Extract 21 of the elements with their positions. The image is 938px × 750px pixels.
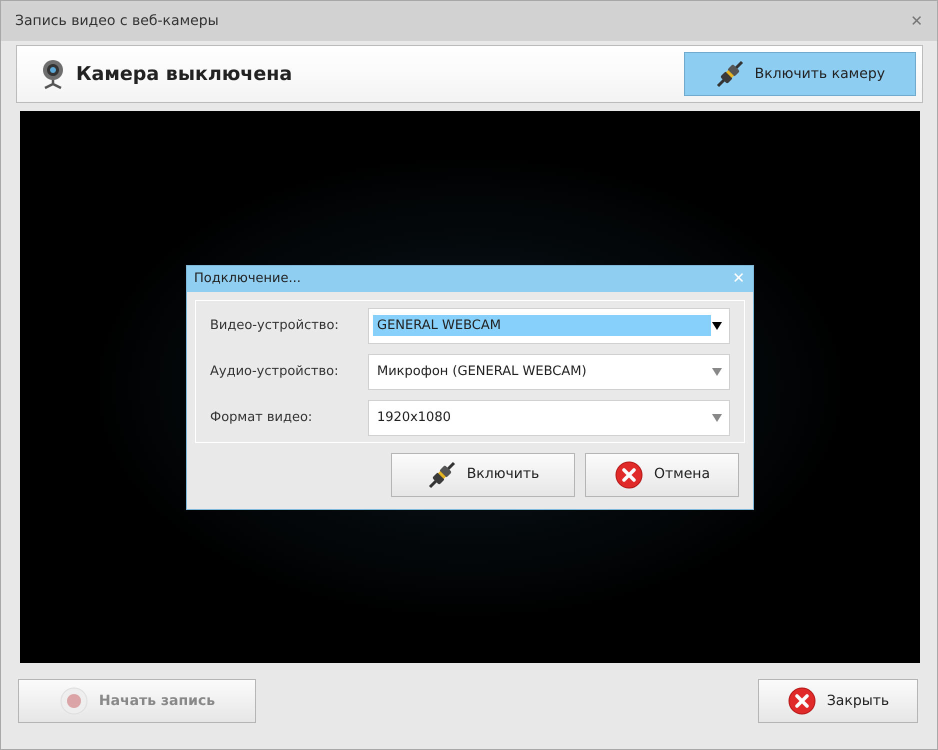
field-label: Видео-устройство: bbox=[210, 316, 340, 335]
close-button[interactable]: Закрыть bbox=[758, 679, 918, 723]
cancel-icon bbox=[614, 460, 644, 490]
plug-icon bbox=[714, 59, 745, 89]
camera-status: Камера выключена bbox=[76, 62, 292, 87]
dropdown[interactable]: 1920x1080 bbox=[368, 400, 730, 436]
dropdown[interactable]: GENERAL WEBCAM bbox=[368, 308, 730, 344]
dropdown-arrow-icon bbox=[711, 412, 723, 422]
record-icon bbox=[58, 686, 89, 716]
window-title: Запись видео с веб-камеры bbox=[15, 12, 219, 30]
dropdown-arrow-icon bbox=[711, 320, 723, 330]
cancel-icon bbox=[786, 686, 817, 716]
field-label: Аудио-устройство: bbox=[210, 362, 340, 381]
connect-button[interactable]: Включить bbox=[391, 452, 575, 496]
dialog-title: Подключение... bbox=[194, 270, 301, 288]
field-label: Формат видео: bbox=[210, 408, 314, 427]
dropdown[interactable]: Микрофон (GENERAL WEBCAM) bbox=[368, 354, 730, 390]
cancel-button[interactable]: Отмена bbox=[585, 452, 739, 496]
dropdown-arrow-icon bbox=[711, 366, 723, 376]
plug-icon bbox=[426, 460, 457, 490]
enable-camera-button[interactable]: Включить камеру bbox=[684, 52, 916, 96]
